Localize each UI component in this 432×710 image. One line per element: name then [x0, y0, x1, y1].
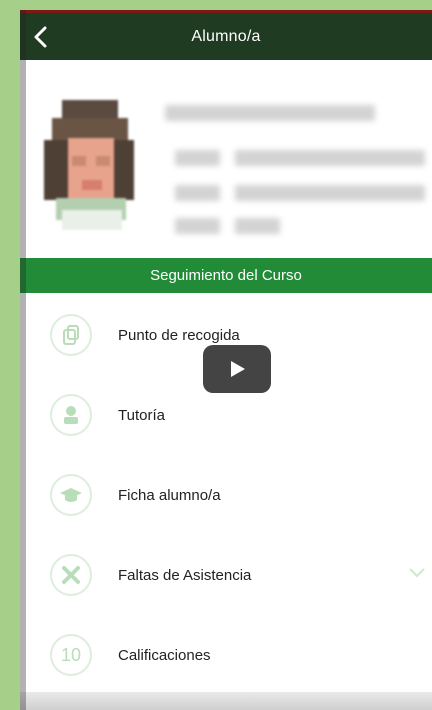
menu-item-label: Faltas de Asistencia	[118, 566, 252, 584]
app-header: Alumno/a	[20, 13, 432, 60]
number-ten-icon: 10	[50, 634, 92, 676]
bottom-bar	[20, 692, 432, 710]
graduation-cap-icon	[50, 474, 92, 516]
play-icon	[231, 361, 245, 377]
student-info-redacted	[175, 218, 220, 234]
number-ten-text: 10	[60, 644, 82, 665]
student-info-redacted	[175, 150, 220, 166]
section-title: Seguimiento del Curso	[150, 267, 302, 284]
student-info-redacted	[175, 185, 220, 201]
avatar	[44, 100, 134, 230]
back-icon[interactable]	[30, 26, 52, 48]
chevron-down-icon[interactable]	[408, 566, 426, 584]
menu-item-calificaciones[interactable]: 10 Calificaciones	[20, 615, 432, 695]
page-title: Alumno/a	[191, 27, 261, 45]
user-icon	[50, 394, 92, 436]
section-header: Seguimiento del Curso	[20, 258, 432, 293]
menu-item-label: Tutoría	[118, 406, 165, 424]
document-icon	[50, 314, 92, 356]
video-play-button[interactable]	[203, 345, 271, 393]
menu-item-label: Ficha alumno/a	[118, 486, 221, 504]
student-info-redacted	[235, 150, 425, 166]
student-info-redacted	[235, 185, 425, 201]
menu-item-label: Calificaciones	[118, 646, 211, 664]
student-info-redacted	[235, 218, 280, 234]
menu-item-label: Punto de recogida	[118, 326, 240, 344]
menu-item-faltas-de-asistencia[interactable]: Faltas de Asistencia	[20, 535, 432, 615]
left-edge-shadow	[20, 10, 26, 710]
student-name-redacted	[165, 105, 375, 121]
app-screen: Alumno/a Seguimiento del Curso Punto de …	[20, 10, 432, 710]
student-profile-card	[20, 60, 432, 260]
cross-icon	[50, 554, 92, 596]
menu-item-ficha-alumno[interactable]: Ficha alumno/a	[20, 455, 432, 535]
